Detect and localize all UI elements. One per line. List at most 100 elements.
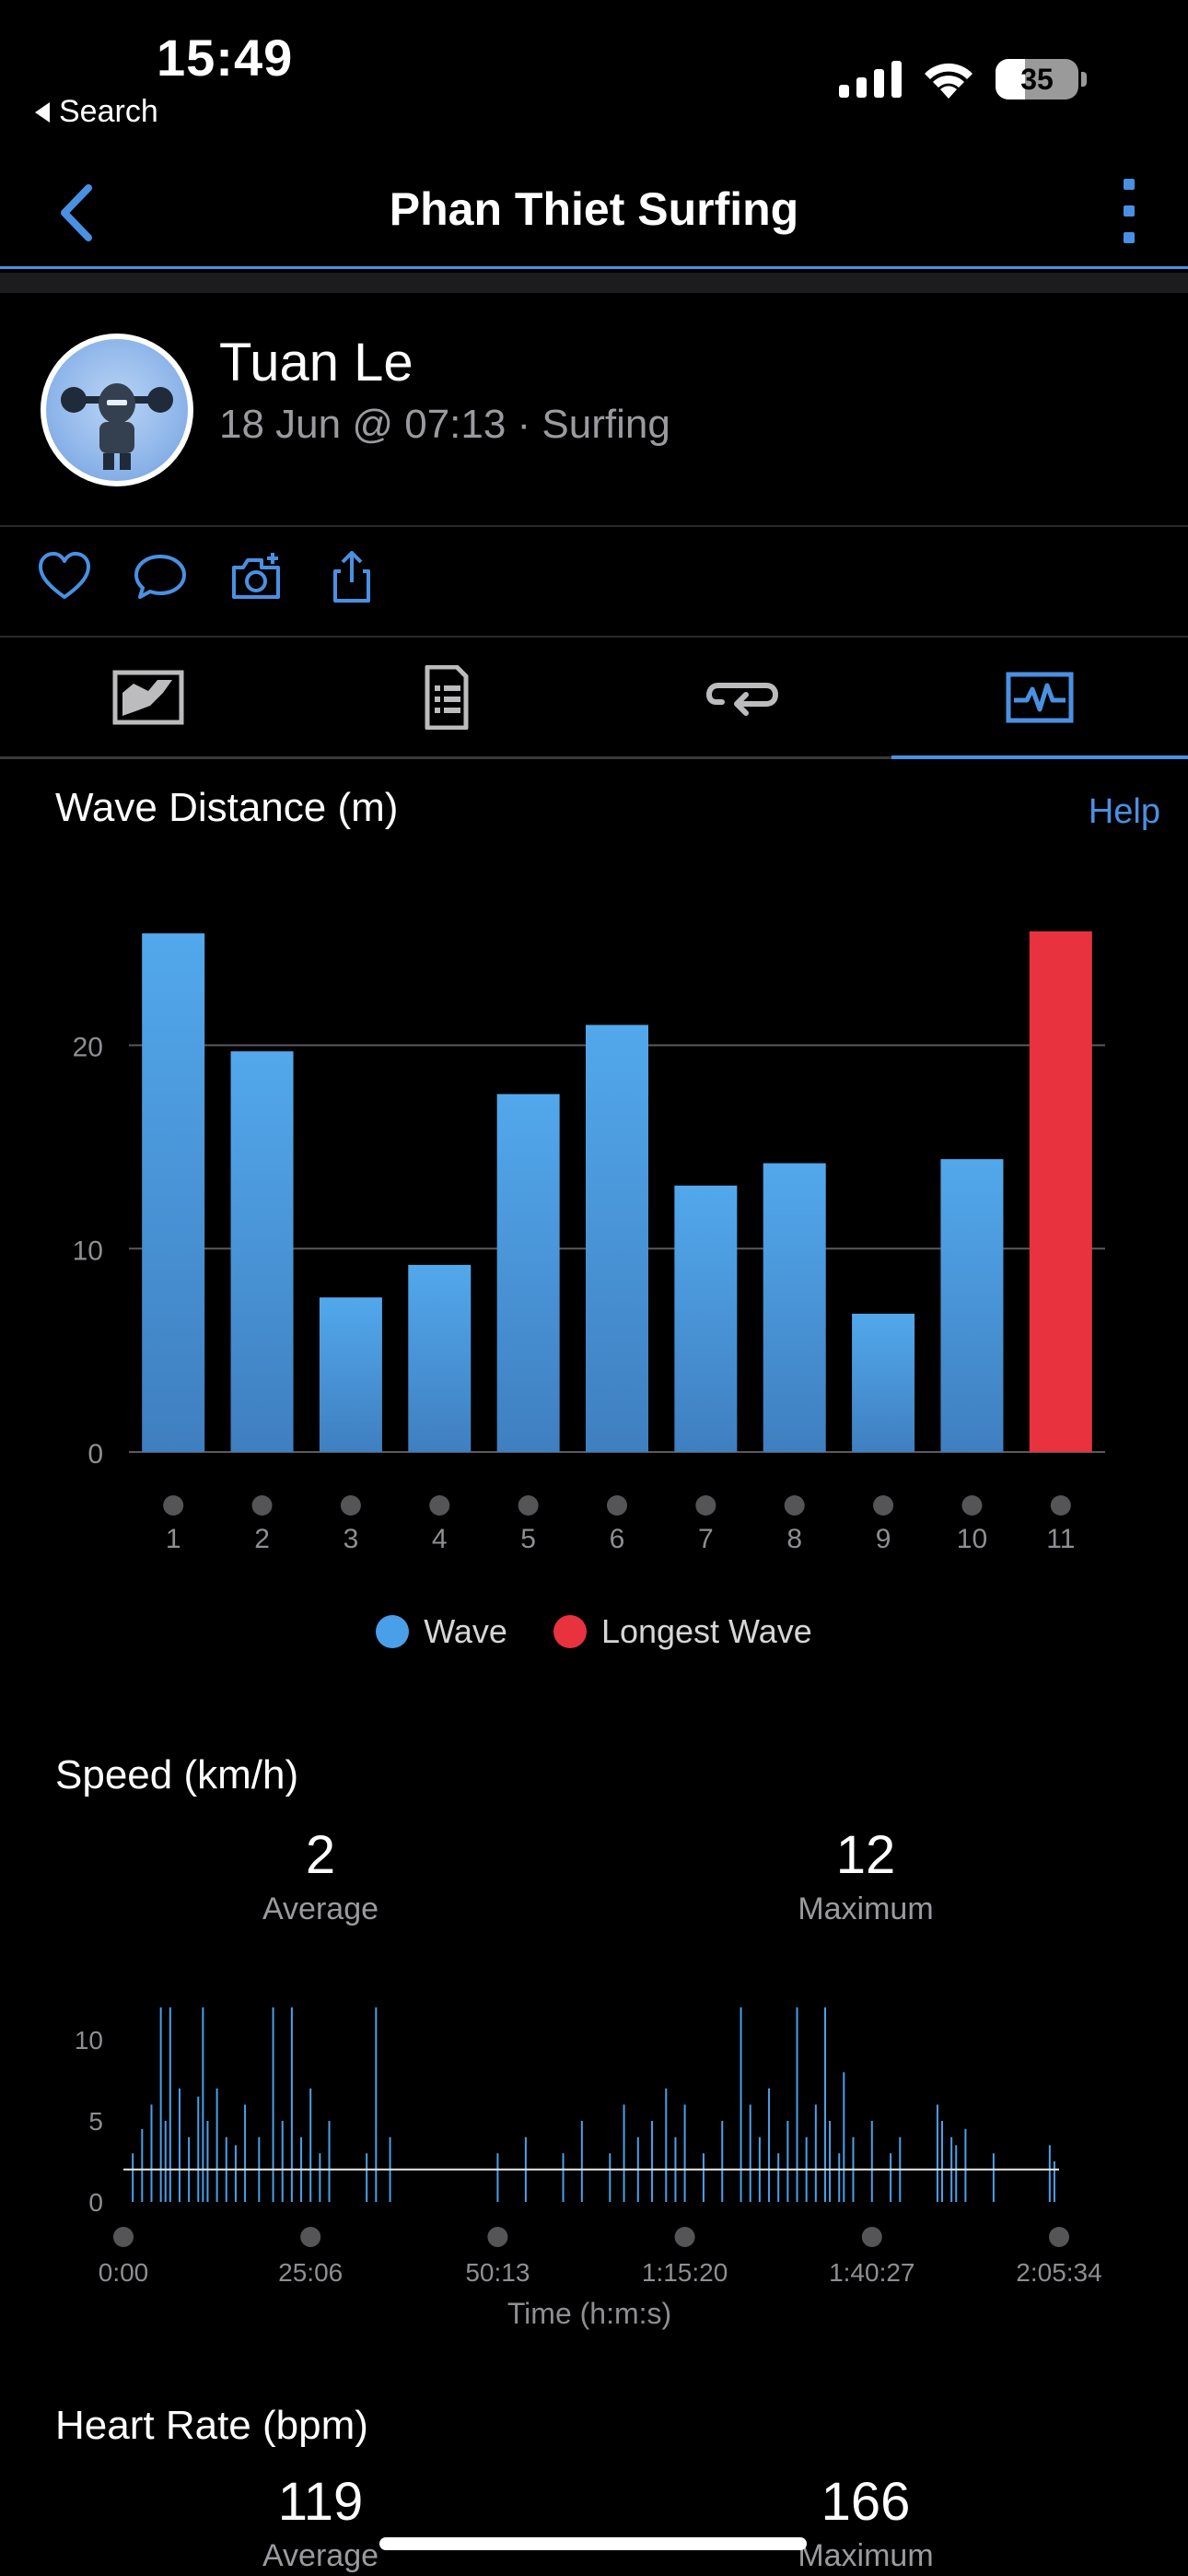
speed-chart: 0 5 10 0:00 25:06 50:13 1:15:20 1:40:27 2:05:34 T… xyxy=(75,2007,1102,2330)
x-tick-label: 3 xyxy=(344,1524,359,1554)
legend-label: Longest Wave xyxy=(600,1612,812,1650)
x-tick-dot xyxy=(861,2227,882,2247)
battery-level: 35 xyxy=(1020,62,1054,96)
heart-maximum-value: 166 xyxy=(821,2472,911,2532)
wave-bar xyxy=(940,1159,1004,1452)
wave-bar xyxy=(408,1264,472,1452)
x-tick-label: 1:40:27 xyxy=(829,2258,914,2287)
x-tick-label: 5 xyxy=(520,1524,536,1554)
wave-bar xyxy=(852,1313,915,1452)
divider xyxy=(0,525,1188,527)
x-tick-label: 1:15:20 xyxy=(642,2258,728,2287)
x-tick-label: 50:13 xyxy=(465,2258,530,2287)
wave-bar xyxy=(230,1051,294,1452)
tab-charts[interactable] xyxy=(891,638,1188,759)
legend-label: Wave xyxy=(424,1612,507,1650)
legend-item-wave: Wave xyxy=(376,1612,507,1651)
speed-average-stat: 2 Average xyxy=(136,1824,505,1927)
tab-laps[interactable] xyxy=(594,638,891,756)
x-tick-dot xyxy=(1050,1495,1071,1516)
x-tick-label: 2 xyxy=(254,1524,270,1554)
y-tick-label: 0 xyxy=(87,1439,103,1469)
x-tick-dot xyxy=(429,1495,450,1516)
wave-bar xyxy=(142,933,205,1452)
x-axis-label: Time (h:m:s) xyxy=(507,2297,671,2330)
home-indicator xyxy=(379,2537,807,2550)
section-gap xyxy=(0,273,1188,293)
longest-wave-bar xyxy=(1029,931,1092,1452)
heart-maximum-stat: 166 Maximum xyxy=(681,2471,1050,2574)
more-options-icon[interactable] xyxy=(1120,179,1138,243)
document-icon xyxy=(425,664,469,730)
back-triangle-icon xyxy=(35,101,50,123)
legend-dot xyxy=(376,1615,410,1648)
activity-tabs xyxy=(0,638,1188,759)
legend-dot xyxy=(553,1615,587,1648)
x-tick-dot xyxy=(163,1495,184,1516)
back-to-search-link[interactable]: Search xyxy=(35,94,158,130)
heart-average-stat: 119 Average xyxy=(136,2471,505,2574)
x-tick-dot xyxy=(300,2227,321,2247)
user-name[interactable]: Tuan Le xyxy=(219,332,413,393)
activity-chart-icon xyxy=(1006,672,1074,722)
x-tick-dot xyxy=(340,1495,361,1516)
battery-icon: 35 xyxy=(996,59,1078,100)
legend-item-longest-wave: Longest Wave xyxy=(553,1612,812,1651)
x-tick-dot xyxy=(695,1495,716,1516)
y-tick-label: 20 xyxy=(73,1033,103,1063)
x-tick-label: 0:00 xyxy=(99,2258,149,2287)
heart-icon[interactable] xyxy=(37,549,92,604)
add-photo-icon[interactable] xyxy=(228,549,284,604)
wave-bar xyxy=(319,1297,382,1452)
comment-icon[interactable] xyxy=(133,549,188,604)
y-tick-label: 10 xyxy=(73,1235,103,1266)
x-tick-label: 8 xyxy=(786,1524,802,1554)
heart-rate-title: Heart Rate (bpm) xyxy=(55,2403,368,2448)
speed-title: Speed (km/h) xyxy=(55,1752,299,1797)
wifi-icon xyxy=(925,63,973,99)
x-tick-dot xyxy=(251,1495,273,1516)
help-link[interactable]: Help xyxy=(1089,792,1160,832)
x-tick-dot xyxy=(487,2227,508,2247)
wave-legend: Wave Longest Wave xyxy=(0,1612,1188,1651)
x-tick-label: 4 xyxy=(432,1524,448,1554)
speed-average-label: Average xyxy=(262,1891,379,1926)
x-tick-label: 2:05:34 xyxy=(1016,2258,1101,2287)
x-tick-label: 9 xyxy=(876,1524,891,1554)
repeat-icon xyxy=(706,682,779,716)
x-tick-dot xyxy=(1049,2227,1069,2247)
avatar[interactable] xyxy=(41,334,193,486)
y-tick-label: 5 xyxy=(88,2107,103,2136)
tab-details[interactable] xyxy=(297,638,595,756)
cellular-signal-icon xyxy=(839,61,902,98)
x-tick-dot xyxy=(674,2227,695,2247)
x-tick-label: 25:06 xyxy=(278,2258,343,2287)
status-time: 15:49 xyxy=(157,29,294,87)
speed-maximum-value: 12 xyxy=(835,1825,896,1885)
back-to-search-label: Search xyxy=(59,94,158,129)
page-title: Phan Thiet Surfing xyxy=(389,183,799,235)
wave-bar xyxy=(674,1185,738,1452)
status-indicators: 35 xyxy=(839,59,1087,100)
speed-average-value: 2 xyxy=(305,1825,336,1885)
y-tick-label: 10 xyxy=(75,2026,103,2055)
wave-distance-chart: 0 10 20 1 2 3 4 5 6 7 8 9 10 11 xyxy=(73,931,1105,1554)
x-tick-label: 10 xyxy=(957,1524,987,1554)
speed-maximum-stat: 12 Maximum xyxy=(681,1824,1050,1927)
x-tick-dot xyxy=(607,1495,627,1516)
x-tick-label: 7 xyxy=(698,1524,714,1554)
x-tick-label: 1 xyxy=(166,1524,181,1554)
y-tick-label: 0 xyxy=(88,2188,103,2217)
wave-bar xyxy=(496,1094,560,1452)
activity-meta: 18 Jun @ 07:13 · Surfing xyxy=(219,402,670,447)
wave-bar xyxy=(763,1163,826,1452)
x-tick-dot xyxy=(961,1495,983,1516)
navigation-bar: Phan Thiet Surfing xyxy=(0,158,1188,269)
share-icon[interactable] xyxy=(324,549,379,604)
tab-map[interactable] xyxy=(0,638,297,756)
heart-average-value: 119 xyxy=(277,2472,364,2532)
wave-distance-title: Wave Distance (m) xyxy=(55,785,399,830)
x-tick-label: 11 xyxy=(1046,1524,1075,1554)
map-icon xyxy=(112,670,184,724)
x-tick-dot xyxy=(518,1495,539,1516)
